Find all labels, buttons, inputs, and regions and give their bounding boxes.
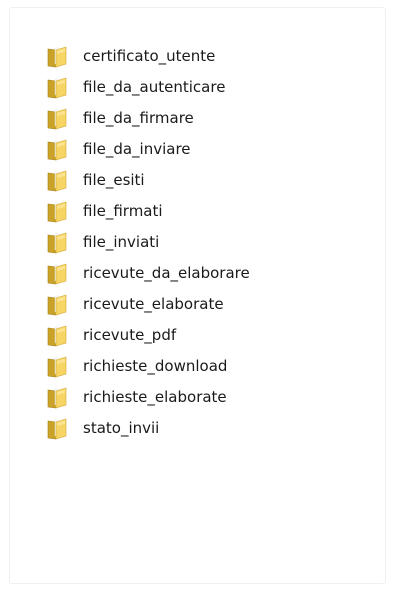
folder-icon [47,46,67,67]
folder-item[interactable]: file_da_inviare [46,133,250,164]
folder-label: richieste_elaborate [83,387,227,406]
folder-label: ricevute_pdf [83,325,177,344]
folder-icon [47,139,67,160]
folder-label: certificato_utente [83,46,216,65]
folder-icon [47,232,67,253]
folder-item[interactable]: richieste_download [46,350,250,381]
folder-item[interactable]: file_da_autenticare [46,71,250,102]
folder-label: file_esiti [83,170,145,189]
folder-item[interactable]: file_firmati [46,195,250,226]
folder-label: file_inviati [83,232,160,251]
folder-icon [47,325,67,346]
folder-label: file_da_inviare [83,139,191,158]
folder-item[interactable]: file_esiti [46,164,250,195]
folder-icon [47,356,67,377]
folder-icon [47,77,67,98]
folder-label: ricevute_da_elaborare [83,263,250,282]
folder-item[interactable]: file_inviati [46,226,250,257]
folder-item[interactable]: ricevute_elaborate [46,288,250,319]
folder-item[interactable]: richieste_elaborate [46,381,250,412]
folder-label: file_da_firmare [83,108,194,127]
folder-item[interactable]: ricevute_pdf [46,319,250,350]
folder-list-window: certificato_utente file_da_autenticare f… [9,7,386,584]
folder-icon [47,387,67,408]
folder-label: stato_invii [83,418,160,437]
folder-icon [47,418,67,439]
folder-list: certificato_utente file_da_autenticare f… [46,40,250,443]
folder-label: file_firmati [83,201,163,220]
folder-icon [47,294,67,315]
folder-label: richieste_download [83,356,228,375]
folder-label: file_da_autenticare [83,77,226,96]
folder-label: ricevute_elaborate [83,294,224,313]
folder-icon [47,170,67,191]
folder-item[interactable]: file_da_firmare [46,102,250,133]
folder-item[interactable]: certificato_utente [46,40,250,71]
folder-icon [47,263,67,284]
folder-icon [47,108,67,129]
folder-icon [47,201,67,222]
folder-item[interactable]: stato_invii [46,412,250,443]
folder-item[interactable]: ricevute_da_elaborare [46,257,250,288]
